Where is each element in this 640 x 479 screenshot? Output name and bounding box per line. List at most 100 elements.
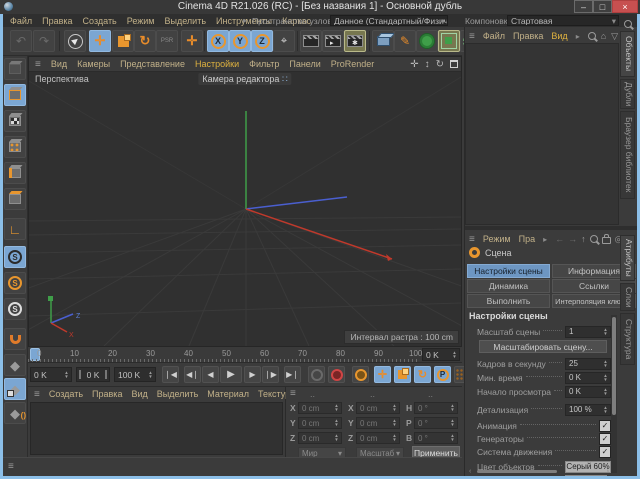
motion-system-checkbox[interactable]: ✓	[599, 445, 611, 458]
scale-z-field[interactable]: 0 cm	[356, 432, 400, 444]
attr-menu-edit[interactable]: Пра	[519, 234, 535, 244]
modeling-objects-button[interactable]	[438, 30, 460, 52]
material-menu-view[interactable]: Вид	[131, 389, 147, 399]
back-arrow-icon[interactable]: ←	[555, 234, 564, 244]
play-button[interactable]: ▶	[220, 366, 242, 383]
viewport-pan-icon[interactable]: ✛	[410, 59, 418, 70]
tab-scene-settings[interactable]: Настройки сцены	[467, 264, 550, 278]
tab-layers[interactable]: Слои	[620, 283, 635, 311]
enable-axis-button[interactable]: ∟	[4, 218, 26, 240]
stepper[interactable]	[602, 373, 609, 383]
hamburger-icon[interactable]	[469, 31, 475, 42]
scale-scene-button[interactable]: Масштабировать сцену...	[479, 340, 607, 353]
attributes-vertical-scrollbar[interactable]	[611, 315, 617, 473]
viewport-zoom-icon[interactable]: ↕	[425, 59, 430, 70]
hamburger-icon[interactable]	[469, 234, 475, 245]
next-frame-button[interactable]: ▶	[244, 366, 261, 383]
coordinate-system-button[interactable]: ⌖	[273, 30, 295, 52]
tab-takes[interactable]: Дубли	[620, 79, 635, 109]
workplane-lock-button[interactable]: ◆	[4, 378, 26, 400]
tab-objects[interactable]: Объекты	[620, 31, 635, 77]
workplane-button[interactable]: ◆	[4, 354, 26, 376]
tab-dynamics[interactable]: Динамика	[467, 279, 550, 293]
workplane-interactive-button[interactable]: ◆()	[4, 402, 26, 424]
play-sound-button[interactable]	[308, 366, 325, 383]
psr-tool[interactable]: PSR	[156, 30, 178, 52]
generators-checkbox[interactable]: ✓	[599, 432, 611, 445]
stepper[interactable]	[602, 387, 609, 397]
menubar-overflow-icon[interactable]	[243, 16, 247, 25]
rotate-tool[interactable]: ↻	[134, 30, 156, 52]
key-parameter-toggle[interactable]: P	[434, 366, 451, 383]
spline-pen-button[interactable]: ✎	[394, 30, 416, 52]
stepper[interactable]	[147, 368, 154, 381]
object-list-empty[interactable]	[465, 43, 619, 225]
scale-tool[interactable]	[112, 30, 134, 52]
texture-mode-button[interactable]	[4, 110, 26, 132]
viewport-menu-filter[interactable]: Фильтр	[249, 59, 279, 69]
om-menu-edit[interactable]: Правка	[513, 31, 543, 41]
tab-content-browser[interactable]: Браузер библиотек	[620, 111, 635, 199]
go-to-start-button[interactable]: ❘◀	[162, 366, 179, 383]
viewport-menu-view[interactable]: Вид	[51, 59, 67, 69]
live-selection-tool[interactable]	[64, 30, 86, 52]
pos-y-field[interactable]: 0 cm	[298, 417, 342, 429]
material-list-empty[interactable]	[30, 402, 283, 455]
menu-overflow-icon[interactable]	[543, 235, 547, 244]
stepper[interactable]	[391, 418, 398, 428]
tab-attributes[interactable]: Атрибуты	[620, 235, 635, 281]
om-menu-view[interactable]: Вид	[551, 31, 567, 41]
stepper[interactable]	[602, 327, 609, 337]
go-to-end-button[interactable]: ▶❘	[284, 366, 301, 383]
menu-create[interactable]: Создать	[83, 16, 117, 26]
make-editable-button[interactable]	[4, 58, 26, 80]
redo-button[interactable]: ↷	[33, 30, 55, 52]
previous-key-button[interactable]: ◀❘	[184, 366, 201, 383]
stepper[interactable]	[63, 368, 70, 381]
attributes-horizontal-scrollbar[interactable]: ‹ ›	[469, 468, 609, 476]
polygons-mode-button[interactable]	[4, 188, 26, 210]
hamburger-icon[interactable]	[8, 461, 14, 472]
node-space-select[interactable]: Данное (Стандартный/Физический)	[330, 15, 448, 26]
stepper[interactable]	[333, 433, 340, 443]
attr-menu-mode[interactable]: Режим	[483, 234, 511, 244]
snap-white-button[interactable]: S	[4, 298, 26, 320]
stepper[interactable]	[449, 403, 456, 413]
key-position-toggle[interactable]: ✛	[374, 366, 391, 383]
forward-arrow-icon[interactable]: →	[568, 234, 577, 244]
filter-icon[interactable]: ▽	[611, 31, 618, 42]
stepper[interactable]	[449, 433, 456, 443]
points-mode-button[interactable]	[4, 136, 26, 158]
move-tool[interactable]: ✛	[89, 30, 111, 52]
tab-execute[interactable]: Выполнить	[467, 294, 550, 308]
animation-checkbox[interactable]: ✓	[599, 419, 611, 432]
tab-structure[interactable]: Структура	[620, 313, 635, 365]
stepper[interactable]	[449, 418, 456, 428]
current-frame-field[interactable]: 0 K	[30, 367, 72, 382]
viewport[interactable]: Вид Камеры Представление Настройки Фильт…	[28, 56, 462, 347]
hamburger-icon[interactable]	[34, 389, 40, 400]
layout-search-icon[interactable]	[624, 15, 632, 33]
scale-y-field[interactable]: 0 cm	[356, 417, 400, 429]
menu-file[interactable]: Файл	[10, 16, 32, 26]
timeline-frame-field[interactable]: 0 K	[422, 348, 460, 361]
record-button[interactable]	[328, 366, 345, 383]
undo-button[interactable]: ↶	[10, 30, 32, 52]
stepper[interactable]	[602, 359, 609, 369]
viewport-menu-options[interactable]: Настройки	[195, 59, 239, 69]
magnet-snap-button[interactable]	[4, 328, 26, 350]
lock-x-axis-button[interactable]: X	[207, 30, 229, 52]
scale-x-field[interactable]: 0 cm	[356, 402, 400, 414]
lod-field[interactable]: 100 %	[565, 403, 611, 416]
pos-x-field[interactable]: 0 cm	[298, 402, 342, 414]
stepper[interactable]	[391, 433, 398, 443]
stepper[interactable]	[333, 418, 340, 428]
close-button[interactable]: ×	[612, 0, 638, 13]
viewport-menu-panels[interactable]: Панели	[289, 59, 320, 69]
timeline-ruler[interactable]: 0 10 20 30 40 50 60 70 80 90 100 0 K	[28, 347, 462, 363]
stepper[interactable]	[333, 403, 340, 413]
selected-object-row[interactable]: Сцена	[469, 247, 512, 258]
model-mode-button[interactable]	[4, 84, 26, 106]
lock-z-axis-button[interactable]: Z	[251, 30, 273, 52]
om-menu-file[interactable]: Файл	[483, 31, 505, 41]
